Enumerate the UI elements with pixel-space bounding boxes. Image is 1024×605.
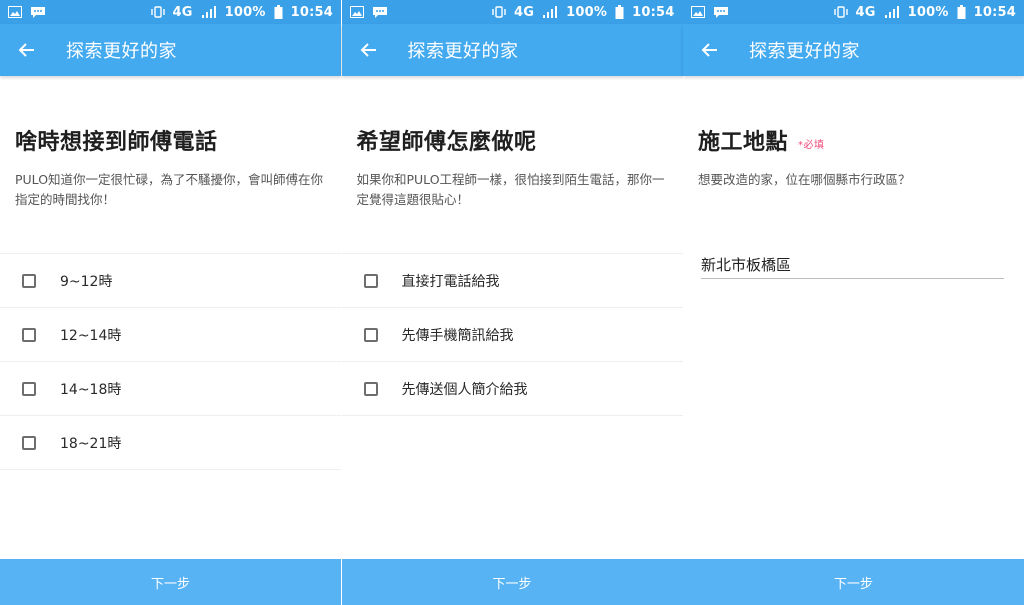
- network-label: 4G: [855, 4, 876, 20]
- option-time-slot[interactable]: 14~18時: [0, 362, 341, 416]
- page-title: 探索更好的家: [66, 41, 177, 62]
- checkbox[interactable]: [363, 273, 378, 288]
- next-button[interactable]: 下一步: [0, 559, 341, 605]
- option-time-slot[interactable]: 12~14時: [0, 308, 341, 362]
- question-description: 想要改造的家，位在哪個縣市行政區？: [698, 172, 911, 187]
- location-input[interactable]: 新北市板橋區: [701, 250, 1004, 279]
- checkbox[interactable]: [22, 381, 36, 396]
- clock: 10:54: [290, 4, 333, 20]
- signal-icon: [542, 5, 558, 19]
- question-heading: 希望師傅怎麼做呢: [356, 130, 537, 155]
- image-icon: [8, 6, 22, 18]
- screen-contact-method: 4G 100% 10:54 探索更好的家 希望師傅怎麼做呢 如果你和PULO工程…: [341, 0, 683, 605]
- image-icon: [349, 6, 364, 18]
- content: 希望師傅怎麼做呢 如果你和PULO工程師一樣，很怕接到陌生電話，那你一定覺得這題…: [341, 76, 683, 559]
- next-button[interactable]: 下一步: [683, 559, 1024, 605]
- checkbox[interactable]: [363, 327, 378, 342]
- question-description: PULO知道你一定很忙碌，為了不騷擾你，會叫師傅在你指定的時間找你！: [15, 172, 324, 207]
- question-heading: 施工地點 *必填: [698, 124, 825, 156]
- checkbox[interactable]: [22, 327, 36, 342]
- image-icon: [691, 6, 705, 18]
- question-description: 如果你和PULO工程師一樣，很怕接到陌生電話，那你一定覺得這題很貼心！: [356, 172, 665, 207]
- option-label: 9~12時: [60, 273, 113, 290]
- back-arrow-icon[interactable]: [698, 38, 722, 62]
- message-icon: [713, 6, 729, 19]
- battery-icon: [957, 5, 966, 19]
- option-contact-method[interactable]: 先傳送個人簡介給我: [341, 362, 683, 416]
- back-arrow-icon[interactable]: [357, 38, 381, 62]
- app-bar: 探索更好的家: [0, 24, 341, 76]
- option-time-slot[interactable]: 9~12時: [0, 254, 341, 308]
- question-heading: 啥時想接到師傅電話: [15, 130, 218, 155]
- clock: 10:54: [632, 4, 675, 20]
- checkbox[interactable]: [363, 381, 378, 396]
- options-list: 直接打電話給我 先傳手機簡訊給我 先傳送個人簡介給我: [341, 253, 683, 416]
- next-button[interactable]: 下一步: [341, 559, 683, 605]
- screen-contact-time: 4G 100% 10:54 探索更好的家 啥時想接到師傅電話 PULO知道你一定…: [0, 0, 341, 605]
- battery-icon: [274, 5, 283, 19]
- vibrate-icon: [492, 6, 506, 18]
- option-time-slot[interactable]: 18~21時: [0, 416, 341, 470]
- option-label: 14~18時: [60, 381, 122, 398]
- option-label: 直接打電話給我: [401, 273, 500, 290]
- clock: 10:54: [973, 4, 1016, 20]
- option-label: 先傳手機簡訊給我: [401, 327, 514, 344]
- battery-icon: [615, 5, 624, 19]
- screen-location: 4G 100% 10:54 探索更好的家 施工地點 *必填 想要改造的家，位在哪個: [683, 0, 1024, 605]
- vibrate-icon: [833, 6, 848, 18]
- app-bar: 探索更好的家: [683, 24, 1024, 76]
- signal-icon: [201, 5, 217, 19]
- status-bar: 4G 100% 10:54: [683, 0, 1024, 24]
- status-bar: 4G 100% 10:54: [0, 0, 341, 24]
- option-label: 先傳送個人簡介給我: [401, 381, 528, 398]
- heading-text: 施工地點: [698, 130, 789, 155]
- network-label: 4G: [514, 4, 535, 20]
- page-title: 探索更好的家: [407, 41, 519, 62]
- battery-percent: 100%: [907, 4, 949, 20]
- app-bar: 探索更好的家: [341, 24, 683, 76]
- battery-percent: 100%: [224, 4, 266, 20]
- content: 施工地點 *必填 想要改造的家，位在哪個縣市行政區？ 新北市板橋區: [683, 76, 1024, 559]
- checkbox[interactable]: [22, 435, 36, 450]
- message-icon: [30, 6, 46, 19]
- option-label: 12~14時: [60, 327, 122, 344]
- message-icon: [372, 6, 388, 19]
- status-bar: 4G 100% 10:54: [341, 0, 683, 24]
- page-title: 探索更好的家: [749, 41, 860, 62]
- required-badge: *必填: [798, 139, 825, 151]
- option-label: 18~21時: [60, 435, 122, 452]
- option-contact-method[interactable]: 直接打電話給我: [341, 254, 683, 308]
- option-contact-method[interactable]: 先傳手機簡訊給我: [341, 308, 683, 362]
- battery-percent: 100%: [566, 4, 608, 20]
- content: 啥時想接到師傅電話 PULO知道你一定很忙碌，為了不騷擾你，會叫師傅在你指定的時…: [0, 76, 341, 559]
- vibrate-icon: [150, 6, 165, 18]
- back-arrow-icon[interactable]: [15, 38, 39, 62]
- options-list: 9~12時 12~14時 14~18時 18~21時: [0, 253, 341, 470]
- checkbox[interactable]: [22, 273, 36, 288]
- network-label: 4G: [172, 4, 193, 20]
- signal-icon: [884, 5, 900, 19]
